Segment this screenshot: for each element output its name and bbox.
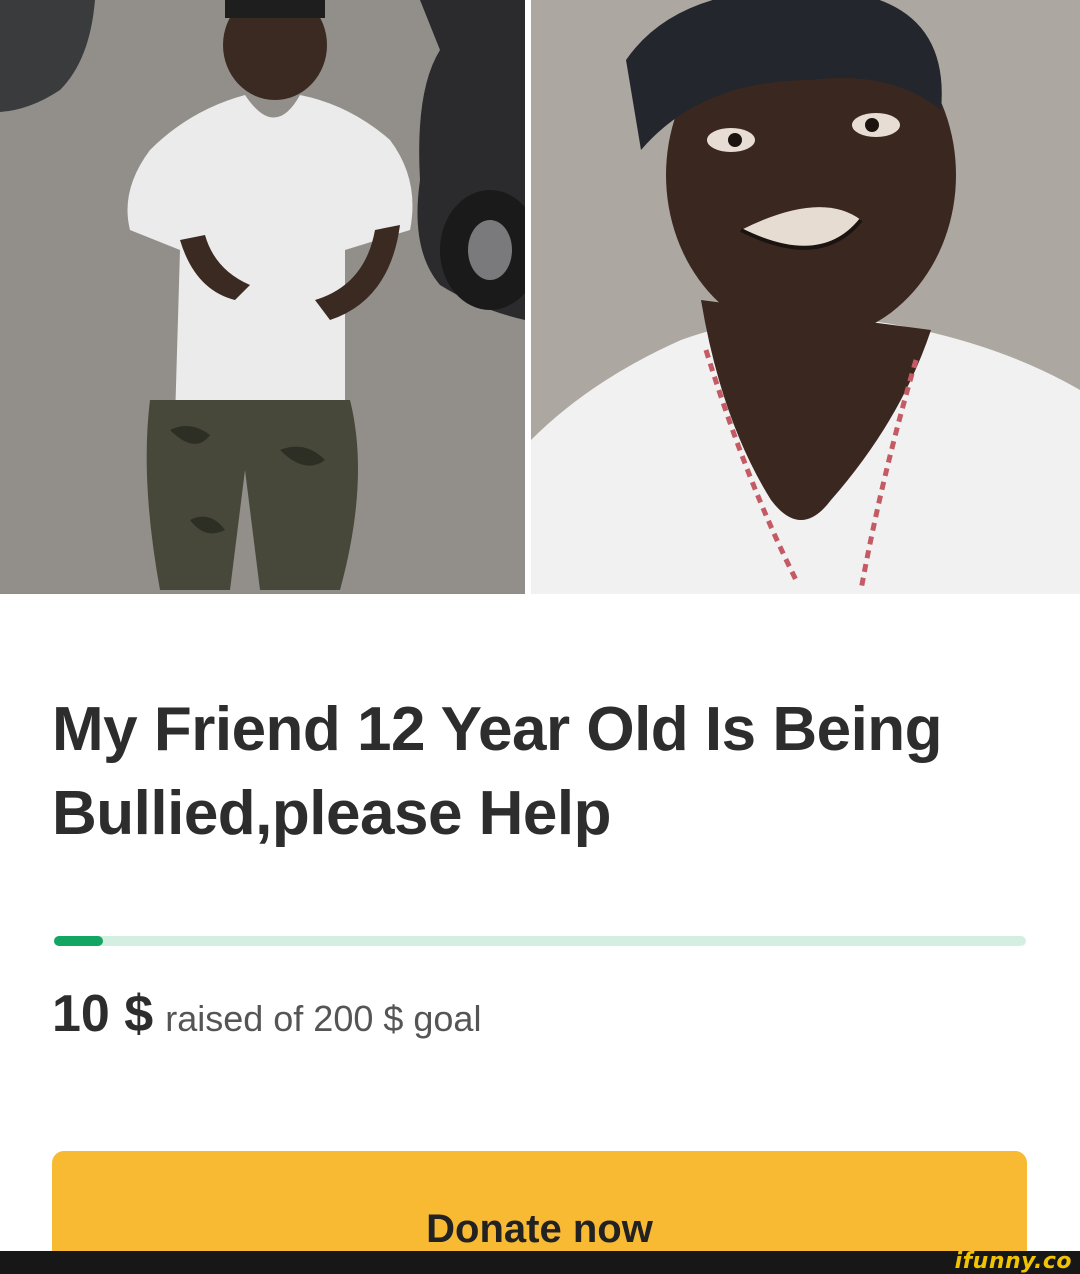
raised-amount: 10 $ <box>52 985 154 1043</box>
watermark-bar: ifunny.co <box>0 1249 1080 1274</box>
progress-bar <box>54 936 1026 946</box>
donate-button-label: Donate now <box>426 1207 653 1251</box>
ifunny-watermark: ifunny.co <box>954 1249 1072 1274</box>
campaign-title: My Friend 12 Year Old Is Being Bullied,p… <box>52 695 943 848</box>
raised-goal-text: raised of 200 $ goal <box>165 998 482 1039</box>
donate-button[interactable]: Donate now <box>52 1151 1027 1261</box>
full-body-photo <box>0 0 525 594</box>
raised-summary: 10 $ raised of 200 $ goal <box>52 984 481 1044</box>
progress-bar-fill <box>54 936 103 946</box>
photo-strip <box>0 0 1080 594</box>
closeup-photo <box>531 0 1080 594</box>
